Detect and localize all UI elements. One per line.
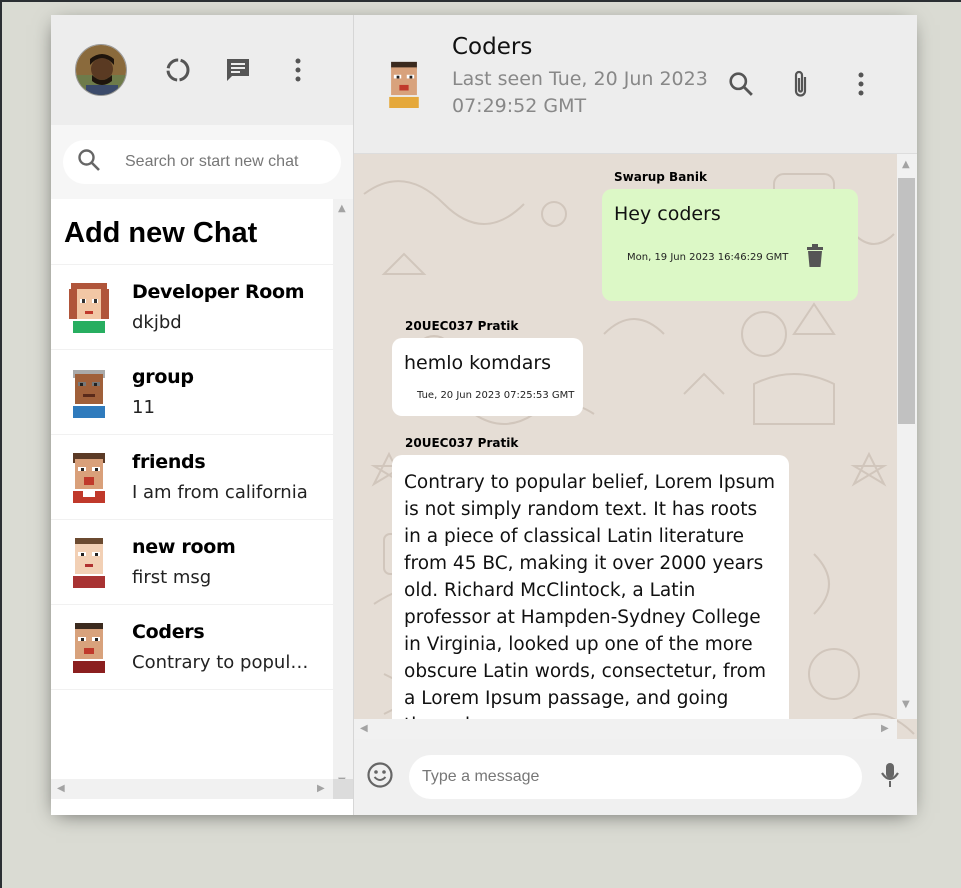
chat-item-new-room[interactable]: new room first msg — [51, 520, 333, 605]
search-input[interactable] — [125, 153, 325, 171]
more-options-icon[interactable] — [283, 55, 313, 85]
scroll-up-arrow-icon[interactable]: ▲ — [902, 160, 910, 170]
outgoing-message-bubble[interactable]: Hey coders Mon, 19 Jun 2023 16:46:29 GMT — [602, 189, 858, 301]
chat-app: Add new Chat Developer Room dkjbd — [51, 15, 917, 815]
search-container — [51, 125, 353, 199]
chat-item-developer-room[interactable]: Developer Room dkjbd — [51, 265, 333, 350]
message-sender: Swarup Banik — [614, 170, 707, 184]
scroll-up-arrow-icon[interactable]: ▲ — [338, 204, 346, 214]
add-new-chat[interactable]: Add new Chat — [51, 199, 333, 265]
chat-list-vertical-scrollbar[interactable]: ▲ ▼ — [333, 199, 353, 795]
chat-name: group — [132, 366, 194, 388]
message-timestamp: Mon, 19 Jun 2023 16:46:29 GMT — [627, 252, 789, 263]
message-list: Swarup Banik Hey coders Mon, 19 Jun 2023… — [354, 154, 896, 739]
chat-name: Coders — [132, 621, 205, 643]
incoming-message-bubble[interactable]: Contrary to popular belief, Lorem Ipsum … — [392, 455, 789, 739]
message-text: Hey coders — [614, 203, 721, 225]
chat-item-friends[interactable]: friends I am from california — [51, 435, 333, 520]
new-message-icon[interactable] — [223, 55, 253, 85]
search-box[interactable] — [63, 140, 341, 184]
chat-pane: Coders Last seen Tue, 20 Jun 2023 07:29:… — [354, 15, 917, 815]
chat-list: Add new Chat Developer Room dkjbd group … — [51, 199, 333, 795]
chat-item-coders[interactable]: Coders Contrary to popular belief, Lorem… — [51, 605, 333, 690]
room-avatar — [73, 538, 105, 588]
message-timestamp: Tue, 20 Jun 2023 07:25:53 GMT — [417, 390, 575, 401]
scroll-down-arrow-icon[interactable]: ▼ — [902, 700, 910, 710]
room-avatar — [73, 370, 105, 418]
scroll-right-arrow-icon[interactable]: ▶ — [317, 784, 325, 794]
room-avatar — [69, 283, 109, 333]
incoming-message-bubble[interactable]: hemlo komdars Tue, 20 Jun 2023 07:25:53 … — [392, 338, 583, 416]
chat-header: Coders Last seen Tue, 20 Jun 2023 07:29:… — [354, 15, 917, 154]
more-options-icon[interactable] — [846, 69, 876, 99]
search-icon — [77, 148, 101, 176]
message-input-box[interactable] — [409, 755, 862, 799]
message-text: Contrary to popular belief, Lorem Ipsum … — [404, 472, 775, 736]
delete-icon[interactable] — [806, 244, 824, 272]
chat-messages-area: Swarup Banik Hey coders Mon, 19 Jun 2023… — [354, 154, 917, 739]
add-new-chat-label: Add new Chat — [64, 217, 258, 249]
window-edge-top — [0, 0, 961, 2]
chat-list-horizontal-scrollbar[interactable]: ◀ ▶ — [51, 779, 333, 799]
message-composer — [354, 739, 917, 815]
last-seen-text: Last seen Tue, 20 Jun 2023 07:29:52 GMT — [452, 68, 708, 117]
chat-name: Developer Room — [132, 281, 305, 303]
chat-name: friends — [132, 451, 206, 473]
window-edge-left — [0, 0, 2, 888]
microphone-icon[interactable] — [880, 761, 900, 793]
message-text: hemlo komdars — [404, 352, 552, 374]
scroll-left-arrow-icon[interactable]: ◀ — [360, 724, 368, 734]
chat-list-area: Add new Chat Developer Room dkjbd group … — [51, 199, 353, 815]
attach-icon[interactable] — [786, 69, 816, 99]
scroll-right-arrow-icon[interactable]: ▶ — [881, 724, 889, 734]
message-input[interactable] — [422, 768, 842, 786]
messages-scrollbar-thumb[interactable] — [898, 178, 915, 424]
emoji-icon[interactable] — [366, 761, 394, 793]
chat-last-message: dkjbd — [132, 312, 182, 333]
messages-horizontal-scrollbar[interactable]: ◀ ▶ — [354, 719, 897, 739]
chat-title: Coders — [452, 34, 533, 60]
chat-name: new room — [132, 536, 236, 558]
status-refresh-icon[interactable] — [163, 55, 193, 85]
chat-last-message: 11 — [132, 397, 155, 418]
room-avatar[interactable] — [382, 60, 426, 108]
message-sender: 20UEC037 Pratik — [405, 436, 519, 450]
chat-last-message: first msg — [132, 567, 212, 588]
room-avatar — [73, 623, 105, 673]
chat-last-message: Contrary to popular belief, Lorem Ipsum — [132, 652, 312, 673]
chat-item-group[interactable]: group 11 — [51, 350, 333, 435]
chat-last-message: I am from california — [132, 482, 308, 503]
search-icon[interactable] — [726, 69, 756, 99]
scroll-left-arrow-icon[interactable]: ◀ — [57, 784, 65, 794]
user-avatar[interactable] — [75, 44, 127, 96]
message-sender: 20UEC037 Pratik — [405, 319, 519, 333]
room-avatar — [73, 453, 105, 503]
sidebar: Add new Chat Developer Room dkjbd — [51, 15, 354, 815]
sidebar-header — [51, 15, 353, 125]
scrollbar-corner — [333, 779, 353, 799]
